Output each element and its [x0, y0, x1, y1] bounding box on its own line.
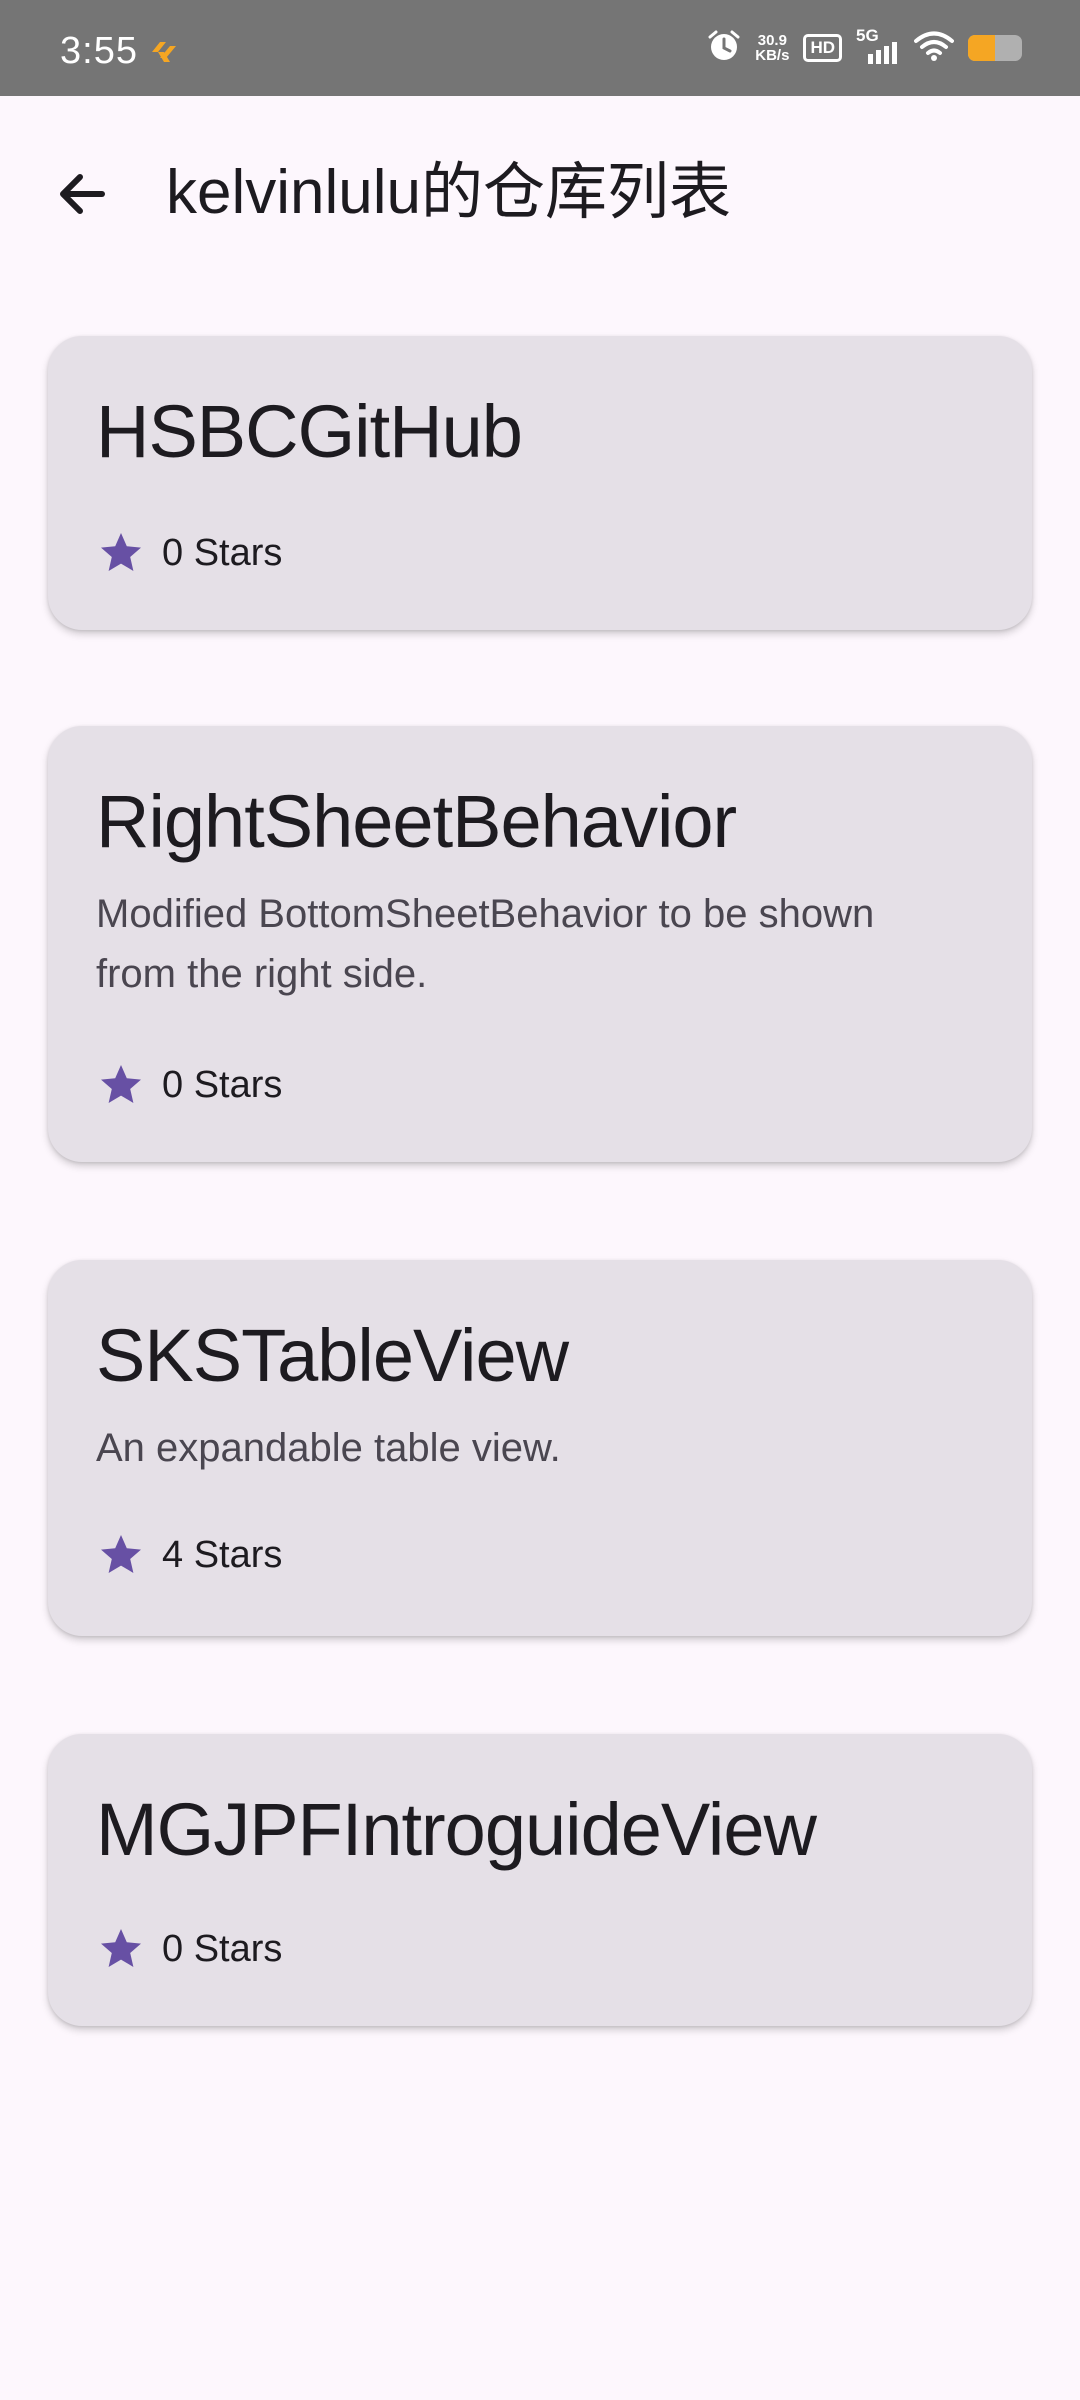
alarm-icon: [707, 29, 741, 68]
repo-name: SKSTableView: [96, 1314, 569, 1397]
repo-stars: 4 Stars: [96, 1530, 282, 1580]
back-button[interactable]: [40, 152, 124, 236]
wifi-icon: [914, 30, 954, 67]
app-notification-icon: [148, 38, 180, 66]
repo-stars: 0 Stars: [96, 1060, 282, 1110]
app-bar: kelvinlulu的仓库列表: [0, 96, 1080, 288]
status-bar: 3:55 30.9 KB/s HD 5G: [0, 0, 1080, 96]
stars-count: 0 Stars: [162, 1063, 283, 1106]
star-icon: [96, 528, 146, 578]
status-time: 3:55: [60, 30, 138, 72]
stars-count: 0 Stars: [162, 1927, 283, 1970]
5g-signal-icon: 5G: [856, 26, 900, 66]
star-icon: [96, 1530, 146, 1580]
repo-card[interactable]: RightSheetBehavior Modified BottomSheetB…: [48, 726, 1032, 1162]
repo-stars: 0 Stars: [96, 1924, 282, 1974]
repo-description: An expandable table view.: [96, 1426, 561, 1470]
repo-name: HSBCGitHub: [96, 390, 523, 473]
net-speed-unit: KB/s: [755, 47, 790, 64]
star-icon: [96, 1924, 146, 1974]
repo-stars: 0 Stars: [96, 528, 282, 578]
arrow-left-icon: [60, 174, 105, 214]
battery-level: [968, 35, 995, 61]
net-speed-value: 30.9: [757, 32, 787, 49]
star-icon: [96, 1060, 146, 1110]
repo-card[interactable]: MGJPFIntroguideView 0 Stars: [48, 1734, 1032, 2026]
repo-card[interactable]: HSBCGitHub 0 Stars: [48, 336, 1032, 630]
hd-icon: HD: [803, 34, 842, 62]
stars-count: 4 Stars: [162, 1533, 283, 1576]
page-title: kelvinlulu的仓库列表: [166, 158, 732, 227]
battery-icon: [968, 35, 1022, 61]
repo-name: MGJPFIntroguideView: [96, 1788, 817, 1871]
repo-card[interactable]: SKSTableView An expandable table view. 4…: [48, 1260, 1032, 1636]
status-icons: 30.9 KB/s HD 5G: [707, 26, 1022, 68]
repo-name: RightSheetBehavior: [96, 780, 737, 863]
stars-count: 0 Stars: [162, 531, 283, 574]
network-speed: 30.9 KB/s: [755, 33, 789, 63]
repo-description: Modified BottomSheetBehavior to be shown…: [96, 892, 875, 996]
